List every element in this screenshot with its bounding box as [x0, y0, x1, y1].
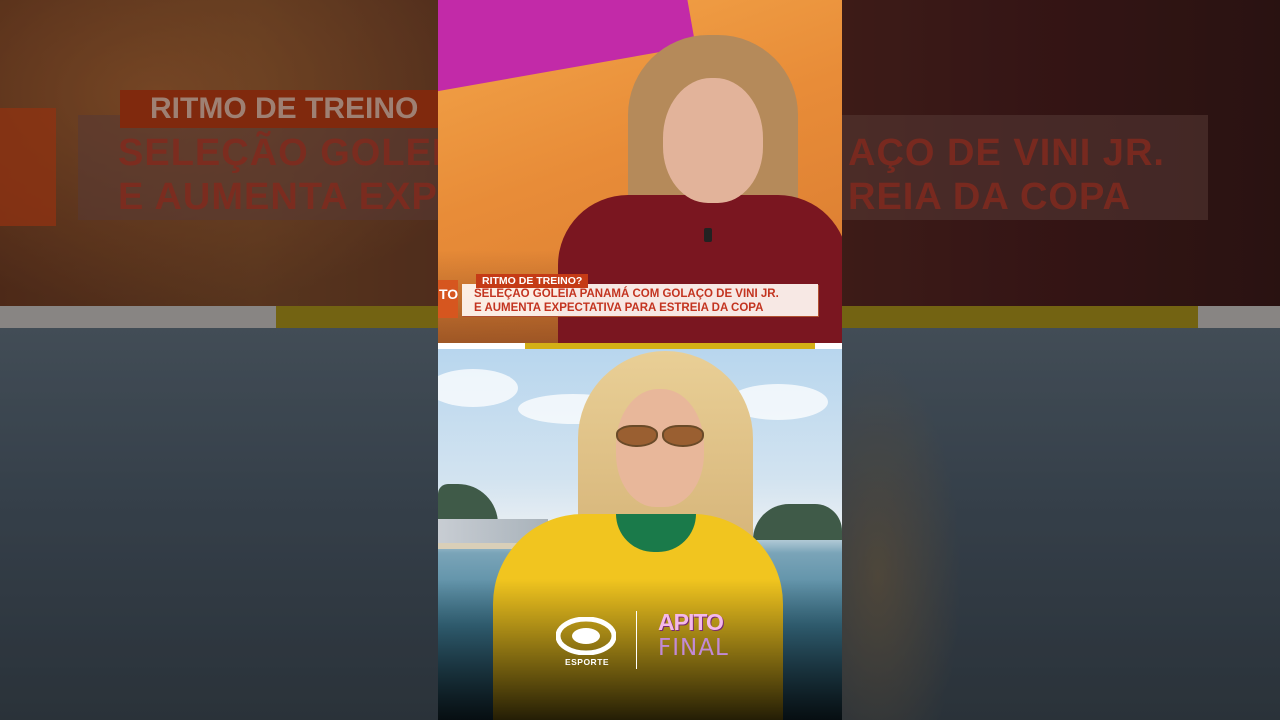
- anchor-face: [663, 78, 763, 203]
- lens-right: [662, 425, 704, 447]
- branding: ESPORTE APITO FINAL: [556, 611, 736, 673]
- network-name: ESPORTE: [564, 657, 610, 667]
- lower-third: TO SELEÇÃO GOLEIA PANAMÁ COM GOLAÇO DE V…: [438, 274, 842, 324]
- band-ring-icon: [556, 617, 616, 655]
- sunglasses: [616, 425, 704, 447]
- lens-left: [616, 425, 658, 447]
- video-frame[interactable]: TO SELEÇÃO GOLEIA PANAMÁ COM GOLAÇO DE V…: [438, 0, 842, 720]
- headline-tag: RITMO DE TREINO?: [476, 274, 589, 288]
- show-title-line2: FINAL: [658, 635, 729, 661]
- headline-line-1: SELEÇÃO GOLEIA PANAMÁ COM GOLAÇO DE VINI…: [474, 288, 779, 300]
- band-esporte-logo: ESPORTE: [556, 613, 618, 673]
- headline-line-2: E AUMENTA EXPECTATIVA PARA ESTREIA DA CO…: [474, 302, 764, 314]
- headline-box: SELEÇÃO GOLEIA PANAMÁ COM GOLAÇO DE VINI…: [462, 284, 818, 316]
- brand-divider: [636, 611, 637, 669]
- studio-panel: TO SELEÇÃO GOLEIA PANAMÁ COM GOLAÇO DE V…: [438, 0, 842, 343]
- mountain: [753, 504, 842, 540]
- lower-third-logo: TO: [438, 280, 458, 318]
- beach-panel: ESPORTE APITO FINAL: [438, 349, 842, 720]
- guest-face: [616, 389, 704, 507]
- lapel-mic: [704, 228, 712, 242]
- cloud: [438, 369, 518, 407]
- show-title-line1: APITO: [658, 609, 724, 635]
- lower-third-logo-text: TO: [439, 286, 459, 302]
